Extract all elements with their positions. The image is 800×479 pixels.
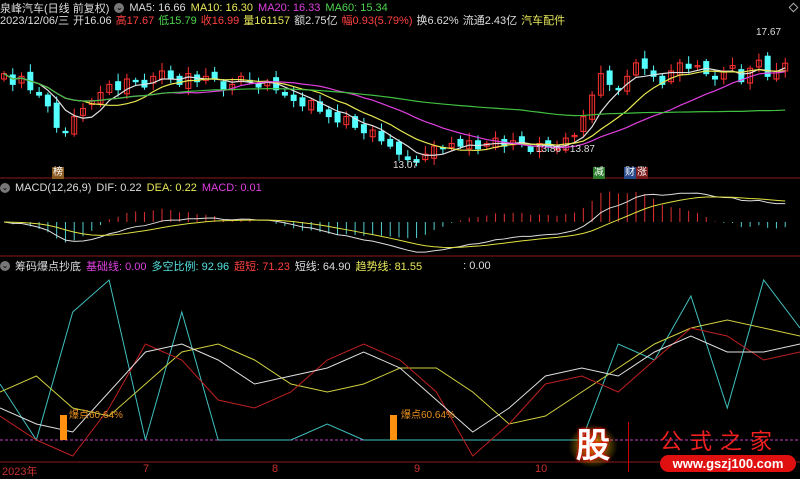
macd-title: MACD(12,26,9) <box>15 181 92 194</box>
macd-value: MACD: 0.01 <box>201 181 262 194</box>
chevron-down-icon[interactable]: ⌄ <box>0 182 10 193</box>
watermark-logo: 股 公式之家 www.gszj100.com <box>560 422 800 476</box>
candle <box>167 70 174 80</box>
blast-label: 爆点60.64% <box>69 410 123 421</box>
candle <box>53 102 60 128</box>
ma20-line <box>3 71 786 149</box>
blast-bar <box>60 415 67 440</box>
indicator-base: 基础线: 0.00 <box>86 260 147 273</box>
indicator-ultra: 超短: 71.23 <box>234 260 290 273</box>
indicator-header: ⌄ 筹码爆点抄底 基础线: 0.00 多空比例: 92.96 超短: 71.23… <box>0 259 491 273</box>
candle <box>9 74 16 85</box>
candle <box>290 94 297 102</box>
candle <box>685 63 692 69</box>
x-axis-label: 8 <box>272 463 279 475</box>
candle <box>360 124 367 134</box>
candle <box>396 141 402 155</box>
chart-canvas[interactable] <box>0 0 800 476</box>
blast-bar <box>390 415 397 440</box>
logo-name: 公式之家 <box>660 430 781 455</box>
x-axis-label: 2023年 <box>2 466 38 478</box>
indicator-ratio: 多空比例: 92.96 <box>151 260 230 273</box>
candle <box>641 58 648 69</box>
candle <box>44 94 51 107</box>
max-price-label: 17.67 <box>756 27 782 38</box>
blast-label: 爆点60.64% <box>401 410 455 421</box>
logo-char: 股 <box>568 424 618 468</box>
tag-bang[interactable]: 榜 <box>52 167 64 179</box>
trend-line <box>0 319 800 425</box>
x-axis-label: 9 <box>414 463 421 475</box>
candle <box>132 79 139 83</box>
candle <box>334 112 341 123</box>
candle <box>712 75 718 80</box>
ma5-line <box>3 67 786 156</box>
candle <box>325 109 332 118</box>
indicator-title: 筹码爆点抄底 <box>15 260 81 273</box>
tag-cai[interactable]: 财 <box>624 167 636 179</box>
x-axis-label: 10 <box>535 463 548 475</box>
candle <box>299 97 306 107</box>
candle <box>220 81 227 91</box>
tag-zhang[interactable]: 涨 <box>636 167 648 179</box>
indicator-trend: 趋势线: 81.55 <box>355 260 423 273</box>
macd-dea: DEA: 0.22 <box>146 181 197 194</box>
dea-line <box>3 196 786 248</box>
indicator-short: 短线: 64.90 <box>294 260 351 273</box>
candle <box>457 138 464 147</box>
tag-jian[interactable]: 减 <box>593 167 605 179</box>
macd-dif: DIF: 0.22 <box>96 181 142 194</box>
min-price-label: 13.07 <box>393 160 419 171</box>
candle <box>62 130 69 134</box>
x-axis-label: 7 <box>143 463 150 475</box>
candle <box>527 145 534 153</box>
candle <box>211 71 218 80</box>
chevron-down-icon[interactable]: ⌄ <box>0 260 10 271</box>
indicator-extra: : 0.00 <box>463 259 491 272</box>
candle <box>281 91 288 96</box>
candle <box>387 138 394 147</box>
candle <box>378 130 385 142</box>
logo-url: www.gszj100.com <box>660 455 796 472</box>
candle <box>115 81 122 91</box>
range-label: 13.86 - 13.87 <box>536 144 595 155</box>
dif-line <box>3 192 786 253</box>
candle <box>36 91 43 96</box>
macd-header: ⌄ MACD(12,26,9) DIF: 0.22 DEA: 0.22 MACD… <box>0 181 262 194</box>
candle <box>606 70 613 85</box>
